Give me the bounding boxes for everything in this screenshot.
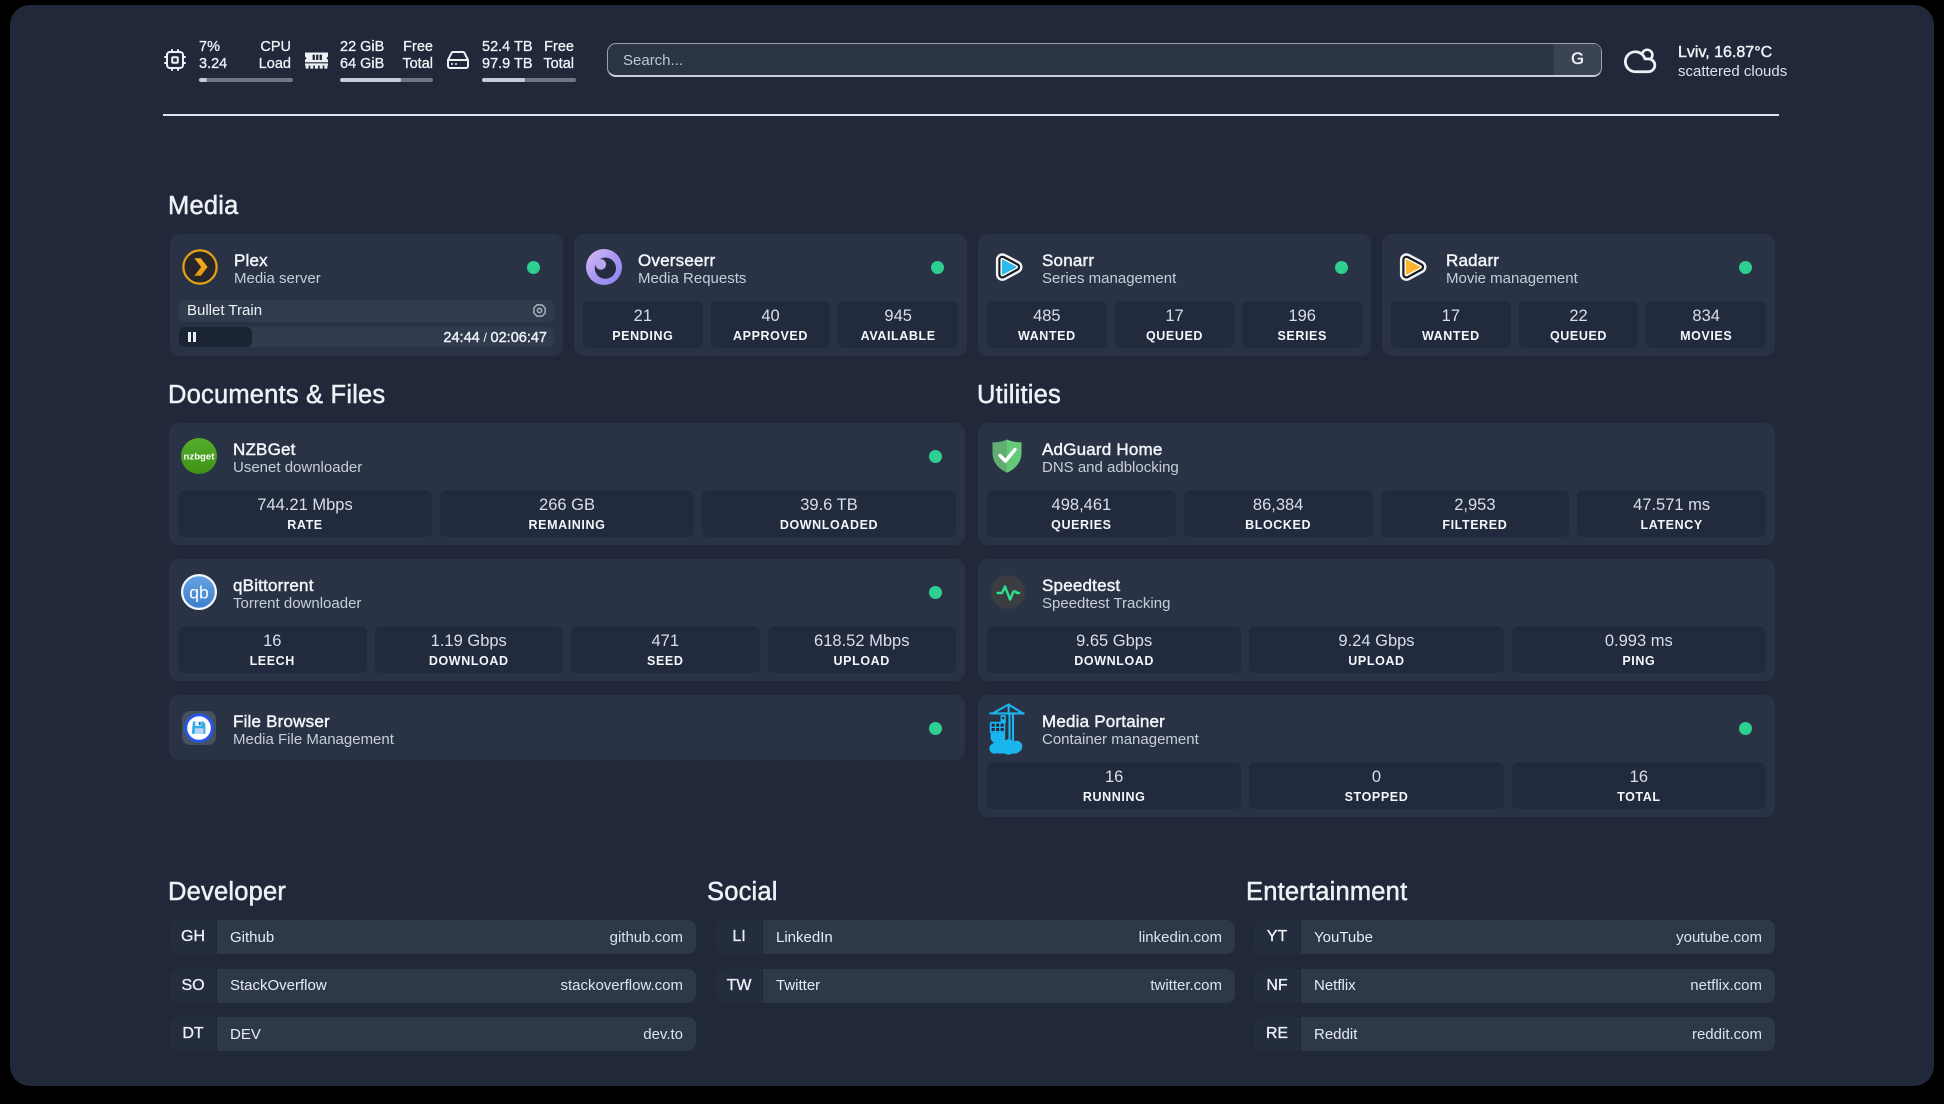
svg-text:nzbget: nzbget — [184, 452, 216, 463]
svg-text:qb: qb — [189, 582, 208, 602]
